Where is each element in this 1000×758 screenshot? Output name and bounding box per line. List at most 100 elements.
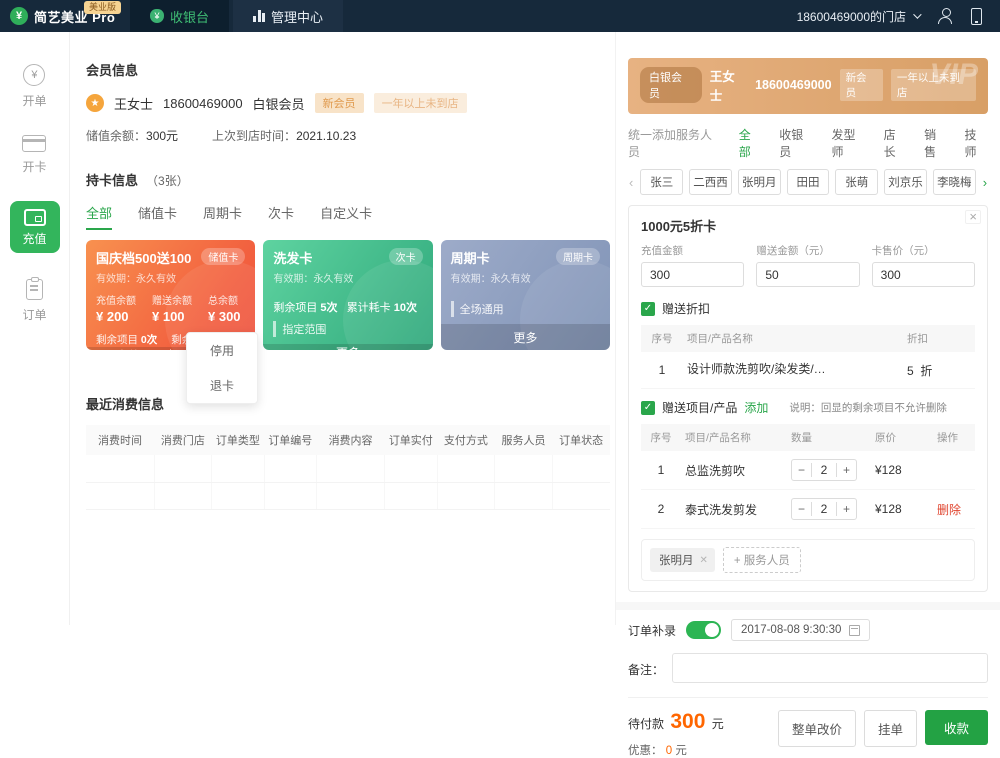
edition-badge: 美业版 — [84, 1, 121, 14]
minus-button[interactable]: − — [792, 463, 811, 477]
sidebar-item-orders[interactable]: 订单 — [22, 279, 46, 323]
staff-filter-stylist[interactable]: 发型师 — [831, 126, 866, 160]
logo-icon: ¥ — [10, 7, 28, 25]
close-icon[interactable]: × — [965, 210, 981, 224]
staff-filter-sales[interactable]: 销售 — [924, 126, 947, 160]
remain-value: 5次 — [320, 302, 337, 314]
note-input[interactable] — [672, 653, 988, 683]
staff-chip[interactable]: 张明月 — [738, 169, 781, 195]
staff-filter-manager[interactable]: 店长 — [884, 126, 907, 160]
gift-items-checkbox[interactable]: ✓ — [641, 401, 655, 415]
view-link[interactable]: 查看 — [916, 112, 938, 114]
staff-filter-technician[interactable]: 技师 — [965, 126, 988, 160]
menu-item-refund[interactable]: 退卡 — [187, 368, 257, 403]
card-title: 国庆档500送100 — [96, 248, 191, 267]
staff-chip[interactable]: 刘京乐 — [884, 169, 927, 195]
card-tab-all[interactable]: 全部 — [86, 203, 112, 230]
card-type-badge: 储值卡 — [201, 248, 245, 265]
gift-note: 说明：回显的剩余项目不允许删除 — [789, 400, 947, 415]
staff-chip[interactable]: 张三 — [640, 169, 683, 195]
gift-section-label: 赠送项目/产品 — [662, 399, 737, 416]
col-header: 折扣 — [903, 325, 975, 352]
table-header-row: 消费时间 消费门店 订单类型 订单编号 消费内容 订单实付 支付方式 服务人员 … — [86, 425, 610, 455]
col-header: 操作 — [933, 424, 975, 451]
sidebar-item-open-card[interactable]: 开卡 — [22, 135, 46, 175]
col-header: 序号 — [641, 325, 683, 352]
staff-chip[interactable]: 李晓梅 — [933, 169, 976, 195]
order-makeup-toggle[interactable] — [686, 621, 721, 639]
tab-admin-center[interactable]: 管理中心 — [233, 0, 343, 32]
staff-filter-cashier[interactable]: 收银员 — [779, 126, 814, 160]
col-header: 序号 — [641, 424, 681, 451]
checkout-panel: VIP 白银会员 王女士 18600469000 新会员 一年以上未到店 储值金… — [615, 32, 1000, 625]
add-gift-link[interactable]: 添加 — [744, 399, 768, 416]
hold-order-button[interactable]: 挂单 — [864, 710, 917, 747]
card-tab-stored[interactable]: 储值卡 — [138, 203, 177, 230]
remove-staff-icon[interactable]: ✕ — [700, 555, 708, 566]
tab-cashier[interactable]: ¥ 收银台 — [130, 0, 229, 32]
discount-amount: 0 — [666, 745, 672, 757]
row-no: 2 — [641, 490, 681, 529]
col-header: 订单状态 — [552, 425, 610, 455]
card-validity: 有效期：永久有效 — [451, 270, 600, 285]
collect-payment-button[interactable]: 收款 — [925, 710, 988, 745]
recharge-amount-input[interactable] — [641, 262, 744, 287]
minus-button[interactable]: − — [792, 502, 811, 516]
chart-icon — [253, 10, 265, 22]
card-more-button[interactable]: 更多 — [263, 344, 432, 350]
staff-chip[interactable]: 二西西 — [689, 169, 732, 195]
card-tab-custom[interactable]: 自定义卡 — [320, 203, 372, 230]
selected-staff-box: 张明月 ✕ + 服务人员 — [641, 539, 975, 581]
card-type-tabs: 全部 储值卡 周期卡 次卡 自定义卡 — [86, 203, 610, 230]
exit-member-link[interactable]: 退出 — [954, 112, 976, 114]
sidebar-label: 订单 — [22, 306, 46, 323]
member-phone: 18600469000 — [755, 78, 831, 92]
member-level-icon: ★ — [86, 94, 104, 112]
stat-value: ¥ 300 — [208, 309, 241, 324]
plus-button[interactable]: + — [837, 463, 856, 477]
staff-filter-all[interactable]: 全部 — [739, 126, 762, 160]
card-action-menu: 停用 退卡 — [186, 332, 258, 404]
new-member-badge: 新会员 — [315, 93, 364, 113]
card-tab-times[interactable]: 次卡 — [268, 203, 294, 230]
card-tab-period[interactable]: 周期卡 — [203, 203, 242, 230]
delete-link[interactable]: 删除 — [937, 503, 961, 517]
stat-label: 赠送余额 — [152, 292, 192, 307]
sidebar-label: 开单 — [22, 92, 46, 109]
member-level: 白银会员 — [253, 94, 305, 113]
table-row — [86, 482, 610, 509]
member-phone: 18600469000 — [163, 96, 243, 111]
main-content: 会员信息 ★ 王女士 18600469000 白银会员 新会员 一年以上未到店 … — [70, 32, 615, 625]
chevron-right-icon[interactable]: › — [982, 175, 988, 190]
table-row — [86, 455, 610, 482]
device-icon[interactable] — [971, 8, 982, 25]
col-header: 数量 — [787, 424, 871, 451]
col-header: 订单类型 — [212, 425, 264, 455]
staff-chip[interactable]: 张萌 — [835, 169, 878, 195]
member-card-period: 周期卡 周期卡 有效期：永久有效 全场通用 更多 — [441, 240, 610, 350]
card-icon — [22, 135, 46, 152]
quantity-stepper: − 2 + — [791, 459, 857, 481]
chevron-left-icon[interactable]: ‹ — [628, 175, 634, 190]
sidebar-item-open-bill[interactable]: ¥ 开单 — [22, 64, 46, 109]
sidebar-item-recharge[interactable]: 充值 — [10, 201, 60, 253]
card-more-button[interactable]: 更多 — [441, 329, 610, 346]
staff-chip[interactable]: 田田 — [787, 169, 830, 195]
col-header: 项目/产品名称 — [683, 325, 903, 352]
store-selector[interactable]: 18600469000的门店 — [797, 8, 919, 25]
col-header: 消费时间 — [86, 425, 154, 455]
plus-button[interactable]: + — [837, 502, 856, 516]
card-title: 洗发卡 — [273, 248, 312, 267]
date-picker[interactable]: 2017-08-08 9:30:30 — [731, 619, 870, 641]
gift-amount-label: 赠送金额（元） — [756, 243, 859, 258]
member-name: 王女士 — [114, 94, 153, 113]
menu-item-disable[interactable]: 停用 — [187, 333, 257, 368]
discount-checkbox[interactable]: ✓ — [641, 302, 655, 316]
card-price-input[interactable] — [872, 262, 975, 287]
quantity-value: 2 — [811, 502, 837, 516]
reprice-button[interactable]: 整单改价 — [778, 710, 856, 747]
card-recharge-button[interactable]: 充值 — [86, 347, 170, 350]
gift-amount-input[interactable] — [756, 262, 859, 287]
user-icon[interactable] — [937, 8, 953, 24]
add-staff-button[interactable]: + 服务人员 — [723, 547, 801, 573]
